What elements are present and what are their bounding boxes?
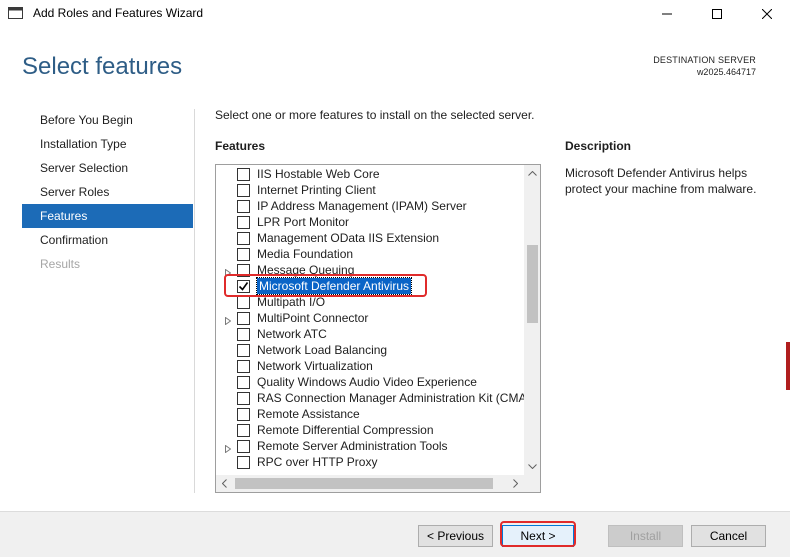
expand-arrow-icon[interactable] xyxy=(225,266,232,278)
feature-row[interactable]: MultiPoint Connector xyxy=(216,310,524,326)
feature-label: Remote Server Administration Tools xyxy=(257,439,448,453)
expand-arrow-icon[interactable] xyxy=(225,442,232,454)
annotation-highlight-defender xyxy=(224,274,427,297)
feature-row[interactable]: Media Foundation xyxy=(216,246,524,262)
scroll-left-arrow-icon[interactable] xyxy=(216,475,233,492)
scroll-right-arrow-icon[interactable] xyxy=(507,475,524,492)
feature-row[interactable]: Network ATC xyxy=(216,326,524,342)
description-text: Microsoft Defender Antivirus helps prote… xyxy=(565,166,757,196)
feature-label: IIS Hostable Web Core xyxy=(257,167,380,181)
feature-label: RPC over HTTP Proxy xyxy=(257,455,378,469)
features-heading: Features xyxy=(215,139,266,153)
server-manager-icon xyxy=(8,6,23,20)
feature-label: Media Foundation xyxy=(257,247,354,261)
feature-row[interactable]: IP Address Management (IPAM) Server xyxy=(216,198,524,214)
destination-server-name: w2025.464717 xyxy=(696,67,756,77)
checkbox[interactable] xyxy=(237,168,250,181)
feature-label: Internet Printing Client xyxy=(257,183,376,197)
scrollbar-corner xyxy=(524,475,540,492)
horizontal-scrollbar[interactable] xyxy=(216,475,524,492)
annotation-highlight-next xyxy=(500,521,576,547)
feature-label: Remote Differential Compression xyxy=(257,423,434,437)
checkbox[interactable] xyxy=(237,344,250,357)
checkbox[interactable] xyxy=(237,328,250,341)
background-window-edge xyxy=(786,342,790,390)
checkbox[interactable] xyxy=(237,248,250,261)
checkbox[interactable] xyxy=(237,232,250,245)
checkbox[interactable] xyxy=(237,456,250,469)
wizard-navigation: Before You Begin Installation Type Serve… xyxy=(22,108,193,276)
scroll-down-arrow-icon[interactable] xyxy=(524,458,540,475)
checkbox[interactable] xyxy=(237,392,250,405)
nav-item-confirmation[interactable]: Confirmation xyxy=(22,228,193,252)
checkbox[interactable] xyxy=(237,296,250,309)
feature-row[interactable]: Remote Assistance xyxy=(216,406,524,422)
maximize-button[interactable] xyxy=(694,0,740,27)
destination-server-label: DESTINATION SERVER xyxy=(653,55,756,65)
checkbox[interactable] xyxy=(237,424,250,437)
cancel-button[interactable]: Cancel xyxy=(691,525,766,547)
feature-row[interactable]: Quality Windows Audio Video Experience xyxy=(216,374,524,390)
minimize-icon xyxy=(662,13,672,14)
checkbox[interactable] xyxy=(237,408,250,421)
nav-item-results: Results xyxy=(40,257,81,271)
feature-label: IP Address Management (IPAM) Server xyxy=(257,199,467,213)
feature-label: Management OData IIS Extension xyxy=(257,231,440,245)
feature-row[interactable]: Network Virtualization xyxy=(216,358,524,374)
wizard-footer: < Previous Next > Install Cancel xyxy=(0,511,790,557)
nav-item-installation-type[interactable]: Installation Type xyxy=(22,132,193,156)
nav-item-server-roles[interactable]: Server Roles xyxy=(22,180,193,204)
features-tree-rows: IIS Hostable Web Core Internet Printing C… xyxy=(216,165,524,475)
nav-divider xyxy=(194,109,195,493)
nav-item-features[interactable]: Features xyxy=(22,204,193,228)
feature-label: Network Load Balancing xyxy=(257,343,388,357)
nav-item-server-selection[interactable]: Server Selection xyxy=(22,156,193,180)
minimize-button[interactable] xyxy=(644,0,690,27)
intro-text: Select one or more features to install o… xyxy=(215,108,535,122)
vertical-scrollbar[interactable] xyxy=(524,165,540,475)
feature-row[interactable]: RAS Connection Manager Administration Ki… xyxy=(216,390,524,406)
feature-row[interactable]: Internet Printing Client xyxy=(216,182,524,198)
previous-button[interactable]: < Previous xyxy=(418,525,493,547)
install-button: Install xyxy=(608,525,683,547)
feature-row[interactable]: IIS Hostable Web Core xyxy=(216,166,524,182)
description-heading: Description xyxy=(565,139,632,153)
feature-label: Network ATC xyxy=(257,327,327,341)
feature-label: Remote Assistance xyxy=(257,407,360,421)
checkbox[interactable] xyxy=(237,440,250,453)
maximize-icon xyxy=(712,8,722,19)
features-tree-list[interactable]: IIS Hostable Web Core Internet Printing C… xyxy=(215,164,541,493)
feature-label: Network Virtualization xyxy=(257,359,373,373)
feature-row[interactable]: Network Load Balancing xyxy=(216,342,524,358)
feature-label: Quality Windows Audio Video Experience xyxy=(257,375,477,389)
scroll-up-arrow-icon[interactable] xyxy=(524,165,540,182)
feature-row[interactable]: RPC over HTTP Proxy xyxy=(216,454,524,470)
horizontal-scroll-thumb[interactable] xyxy=(235,478,493,489)
feature-label: RAS Connection Manager Administration Ki… xyxy=(257,391,524,405)
vertical-scroll-thumb[interactable] xyxy=(527,245,538,323)
expand-arrow-icon[interactable] xyxy=(225,314,232,326)
page-title: Select features xyxy=(22,53,183,80)
feature-row[interactable]: Remote Differential Compression xyxy=(216,422,524,438)
feature-label: MultiPoint Connector xyxy=(257,311,369,325)
checkbox[interactable] xyxy=(237,376,250,389)
checkbox[interactable] xyxy=(237,360,250,373)
feature-row[interactable]: Remote Server Administration Tools xyxy=(216,438,524,454)
feature-row[interactable]: Management OData IIS Extension xyxy=(216,230,524,246)
window-title: Add Roles and Features Wizard xyxy=(33,6,204,20)
checkbox[interactable] xyxy=(237,312,250,325)
checkbox[interactable] xyxy=(237,200,250,213)
checkbox[interactable] xyxy=(237,216,250,229)
close-icon xyxy=(762,8,772,19)
feature-row[interactable]: LPR Port Monitor xyxy=(216,214,524,230)
close-button[interactable] xyxy=(744,0,790,27)
title-bar: Add Roles and Features Wizard xyxy=(0,0,790,27)
checkbox[interactable] xyxy=(237,184,250,197)
nav-item-before-you-begin[interactable]: Before You Begin xyxy=(22,108,193,132)
feature-label: LPR Port Monitor xyxy=(257,215,350,229)
